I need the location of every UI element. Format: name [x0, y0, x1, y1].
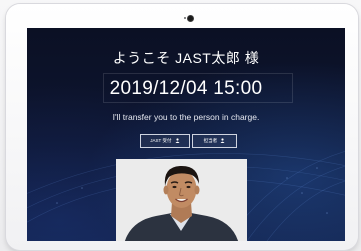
reception-button[interactable]: JAST 受付: [140, 134, 190, 148]
transfer-message: I'll transfer you to the person in charg…: [112, 112, 260, 122]
visit-datetime: 2019/12/04 15:00: [109, 78, 263, 99]
person-in-charge-button-label: 担当者: [203, 138, 218, 143]
person-icon: [175, 138, 180, 144]
staff-photo: [116, 159, 247, 241]
kiosk-screen: ようこそ JAST太郎 様 2019/12/04 15:00 I'll tran…: [27, 28, 345, 241]
person-in-charge-button[interactable]: 担当者: [192, 134, 237, 148]
staff-portrait-image: [116, 159, 247, 241]
person-icon: [220, 138, 225, 144]
sensor-dot: [184, 17, 186, 19]
welcome-title: ようこそ JAST太郎 様: [112, 50, 260, 66]
front-camera-icon: [188, 16, 193, 21]
reception-button-label: JAST 受付: [150, 138, 172, 143]
